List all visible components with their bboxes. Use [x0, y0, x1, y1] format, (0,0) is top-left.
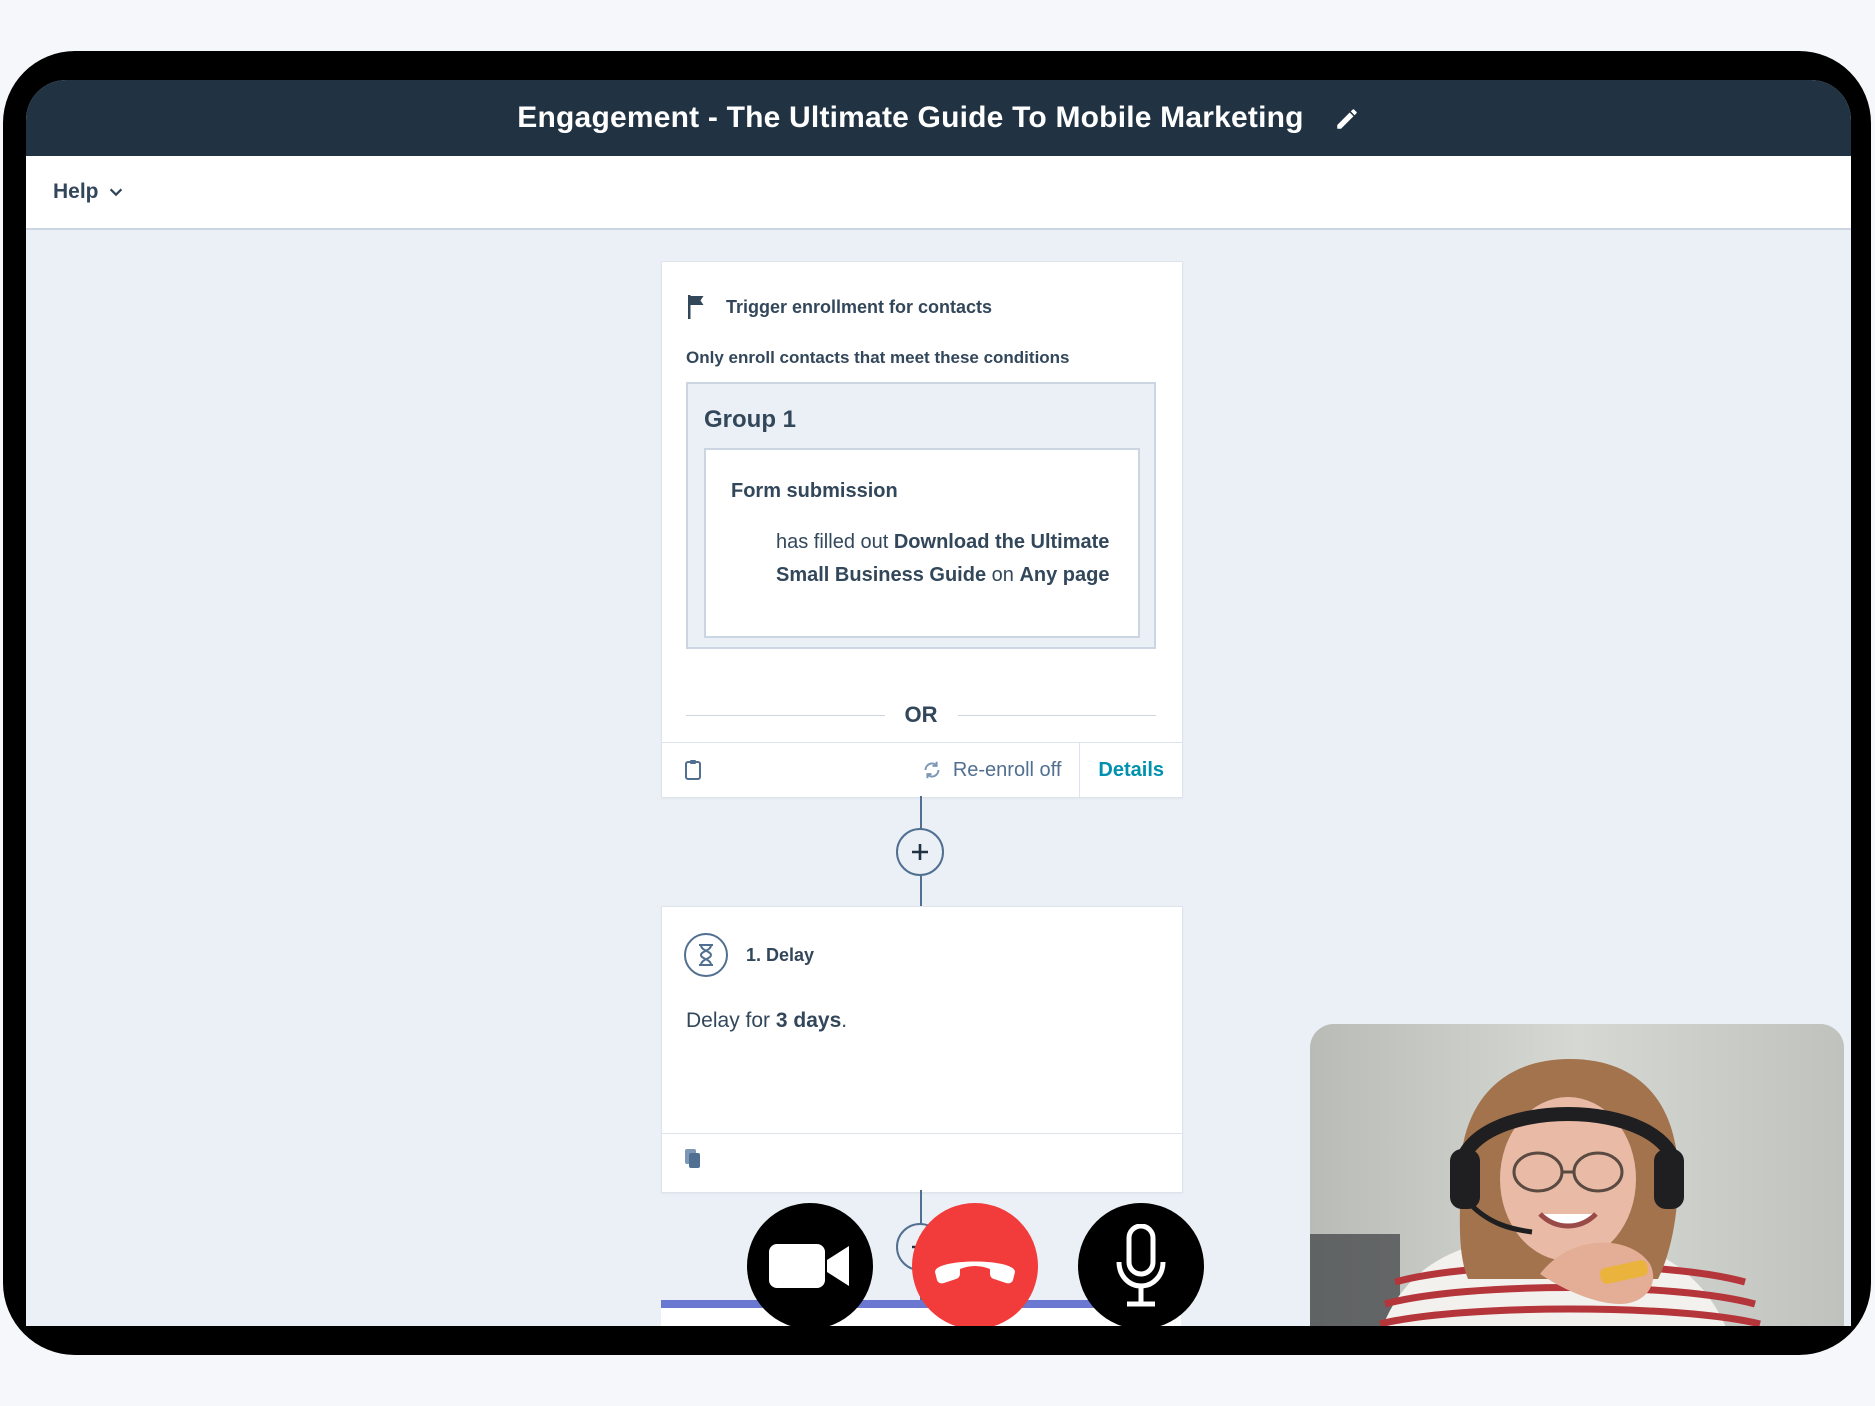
reenroll-label: Re-enroll off [952, 758, 1062, 781]
condition-description: has filled out Download the Ultimate Sma… [776, 526, 1116, 592]
trigger-header: Trigger enrollment for contacts [686, 294, 992, 320]
phone-hangup-icon [935, 1261, 1015, 1284]
microphone-icon [1116, 1224, 1166, 1307]
chevron-down-icon [109, 188, 122, 197]
pencil-edit-icon[interactable] [1334, 106, 1360, 132]
or-label: OR [904, 702, 938, 727]
page-value: Any page [1019, 564, 1110, 586]
delay-title: 1. Delay [746, 944, 815, 965]
microphone-toggle-button[interactable] [1078, 1203, 1204, 1326]
delay-suffix: . [841, 1009, 848, 1032]
copy-icon[interactable] [684, 1148, 702, 1170]
delay-header: 1. Delay [684, 933, 814, 977]
condition-group[interactable]: Group 1 Form submission has filled out D… [686, 382, 1156, 649]
delay-description: Delay for 3 days. [686, 1009, 847, 1033]
delay-prefix: Delay for [686, 1009, 771, 1032]
page-prefix: on [991, 564, 1014, 586]
refresh-icon [924, 761, 940, 779]
app-screen: Engagement - The Ultimate Guide To Mobil… [26, 80, 1851, 1326]
or-divider: OR [686, 700, 1156, 730]
participant-video-feed [1310, 1024, 1844, 1326]
workflow-title[interactable]: Engagement - The Ultimate Guide To Mobil… [517, 101, 1303, 135]
enrollment-trigger-card[interactable]: Trigger enrollment for contacts Only enr… [661, 261, 1183, 798]
video-camera-icon [769, 1244, 849, 1288]
reenroll-toggle[interactable]: Re-enroll off [921, 759, 1080, 782]
details-link[interactable]: Details [1079, 743, 1182, 797]
camera-toggle-button[interactable] [747, 1203, 873, 1326]
hourglass-badge [684, 933, 728, 977]
flag-icon [688, 295, 704, 319]
end-call-button[interactable] [912, 1203, 1038, 1326]
delay-duration: 3 days [775, 1009, 842, 1032]
condition-prefix: has filled out [776, 531, 889, 553]
participant-video-tile[interactable] [1310, 1024, 1844, 1326]
trigger-subtitle: Only enroll contacts that meet these con… [686, 348, 1070, 367]
add-action-button[interactable] [896, 828, 944, 876]
divider-line [957, 714, 1156, 716]
clipboard-icon[interactable] [684, 759, 702, 781]
divider-line [686, 714, 885, 716]
condition-title: Form submission [731, 480, 898, 502]
trigger-title: Trigger enrollment for contacts [726, 296, 993, 317]
title-bar: Engagement - The Ultimate Guide To Mobil… [26, 80, 1851, 156]
delay-footer [662, 1133, 1182, 1192]
secondary-toolbar: Help [26, 156, 1851, 230]
delay-action-card[interactable]: 1. Delay Delay for 3 days. [661, 906, 1183, 1193]
trigger-footer: Re-enroll off Details [662, 742, 1182, 797]
help-label: Help [53, 180, 99, 203]
plus-icon [912, 844, 928, 860]
group-title: Group 1 [704, 406, 797, 433]
help-menu[interactable]: Help [53, 180, 125, 204]
hourglass-icon [699, 944, 713, 966]
condition-filter[interactable]: Form submission has filled out Download … [704, 448, 1140, 638]
